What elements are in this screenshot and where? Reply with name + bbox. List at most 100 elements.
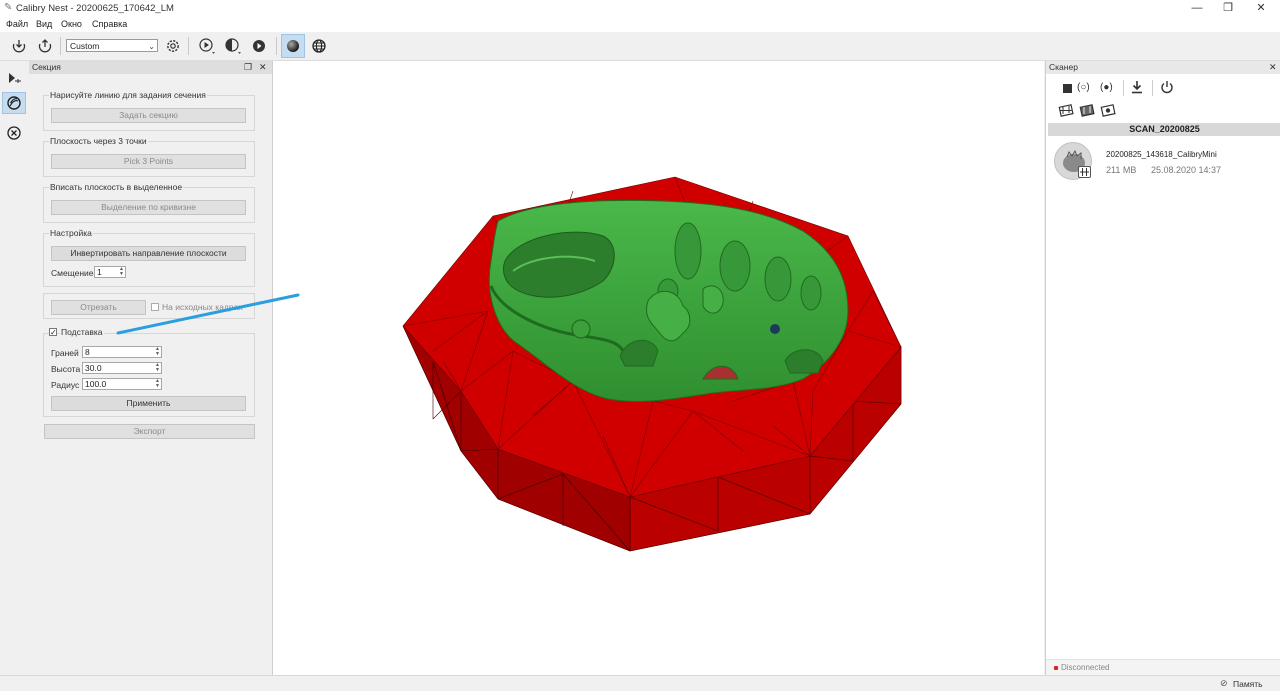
menu-bar: Файл Вид Окно Справка (0, 17, 1280, 32)
memory-icon: ⊘ (1220, 678, 1228, 688)
height-spinbox[interactable]: 30.0 ▲ ▼ (82, 362, 162, 374)
close-panel-icon[interactable]: ✕ (259, 61, 267, 74)
radius-label: Радиус (51, 380, 80, 390)
cursor-axis-icon (9, 73, 21, 83)
remove-tool-button[interactable] (2, 122, 26, 144)
fit-plane-label: Вписать плоскость в выделенное (49, 182, 184, 192)
spin-arrows-icon: ▲ ▼ (155, 378, 160, 389)
connection-status: Disconnected (1061, 663, 1110, 672)
minimize-button[interactable]: — (1182, 0, 1212, 17)
frames-button[interactable] (1058, 103, 1074, 119)
frames-icon (1058, 104, 1074, 117)
wireframe-mode-button[interactable] (308, 36, 330, 56)
offset-spinbox[interactable]: 1 ▲ ▼ (94, 266, 126, 278)
download-icon (1132, 81, 1142, 94)
toolbar-separator (276, 37, 277, 55)
app-logo-icon: ✎ (4, 2, 13, 13)
status-bar: ⊘ Память (0, 675, 1280, 691)
annotation-stroke (116, 293, 300, 335)
export-project-button[interactable] (34, 36, 56, 56)
offset-value: 1 (97, 267, 102, 277)
close-panel-icon[interactable]: ✕ (1269, 61, 1277, 74)
scanner-panel: Сканер ✕ (○) (●) SCAN_20200825 20200825_… (1045, 61, 1280, 676)
preset-value: Custom (70, 41, 100, 51)
toolbar-separator (60, 37, 61, 55)
import-icon (12, 40, 26, 53)
apply-button[interactable]: Применить (51, 396, 246, 411)
menu-help[interactable]: Справка (92, 19, 127, 29)
toolbar-separator (1123, 80, 1124, 96)
scan-group-header[interactable]: SCAN_20200825 (1048, 123, 1280, 136)
settings-button[interactable] (162, 36, 184, 56)
curvature-selection-button[interactable]: Выделение по кривизне (51, 200, 246, 215)
signal-active-button[interactable]: (●) (1100, 82, 1113, 93)
scanner-panel-title: Сканер (1049, 62, 1078, 72)
spin-arrows-icon: ▲ ▼ (155, 362, 160, 373)
scanner-panel-header: Сканер (1046, 61, 1280, 74)
next-frame-button[interactable] (248, 36, 270, 56)
globe-icon (312, 39, 326, 53)
menu-file[interactable]: Файл (6, 19, 28, 29)
settings-label: Настройка (49, 228, 93, 238)
section-panel-header: Секция (29, 61, 272, 74)
gear-icon (167, 40, 179, 52)
scan-size: 211 MB (1106, 165, 1137, 175)
shaded-mode-button[interactable] (281, 34, 305, 58)
stop-icon (1062, 83, 1072, 93)
forward-icon (253, 40, 265, 52)
import-button[interactable] (8, 36, 30, 56)
stand-checkbox[interactable]: ✓ (49, 328, 57, 337)
stop-button[interactable] (1060, 81, 1074, 95)
photo-icon (1100, 104, 1116, 117)
view-mode-button[interactable] (222, 36, 244, 56)
annotation-line (116, 293, 300, 335)
3d-viewport[interactable] (273, 61, 1044, 675)
offset-label: Смещение (51, 268, 94, 278)
menu-view[interactable]: Вид (36, 19, 52, 29)
model-render (402, 176, 902, 552)
float-panel-icon[interactable]: ❐ (244, 61, 252, 74)
pick-3-points-button[interactable]: Pick 3 Points (51, 154, 246, 169)
close-circle-icon (7, 126, 21, 140)
frames-texture-button[interactable] (1079, 103, 1095, 119)
frames-texture-icon (1079, 104, 1095, 117)
power-button[interactable] (1160, 80, 1174, 96)
three-points-label: Плоскость через 3 точки (49, 136, 148, 146)
scan-list-item[interactable]: 20200825_143618_CalibryMini 211 MB 25.08… (1048, 138, 1280, 184)
scanner-status-row: Disconnected (1046, 659, 1280, 676)
stand-label: Подставка (60, 327, 104, 337)
height-value: 30.0 (85, 363, 102, 373)
preset-select[interactable]: Custom ⌄ (66, 39, 158, 52)
left-tool-strip (0, 61, 30, 675)
download-button[interactable] (1130, 80, 1144, 96)
scan-grid-badge-icon (1078, 166, 1091, 178)
invert-plane-button[interactable]: Инвертировать направление плоскости (51, 246, 246, 261)
toolbar-separator (188, 37, 189, 55)
faces-spinbox[interactable]: 8 ▲ ▼ (82, 346, 162, 358)
sphere-icon (287, 40, 299, 52)
height-label: Высота (51, 364, 81, 374)
play-button[interactable] (196, 36, 218, 56)
restore-button[interactable]: ❐ (1213, 0, 1243, 17)
spin-arrows-icon: ▲ ▼ (155, 346, 160, 357)
export-button[interactable]: Экспорт (44, 424, 255, 439)
section-icon (7, 96, 21, 110)
memory-label: Память (1233, 679, 1263, 689)
section-panel-title: Секция (32, 62, 61, 72)
chevron-down-icon: ⌄ (148, 42, 155, 51)
photo-button[interactable] (1100, 103, 1116, 119)
menu-window[interactable]: Окно (61, 19, 82, 29)
close-window-button[interactable]: ✕ (1246, 0, 1276, 17)
signal-button[interactable]: (○) (1077, 82, 1090, 93)
export-icon (38, 39, 52, 53)
faces-label: Граней (51, 348, 79, 358)
faces-value: 8 (85, 347, 90, 357)
toolbar: Custom ⌄ (0, 32, 1280, 61)
section-tool-button[interactable] (2, 92, 26, 114)
align-tool-button[interactable] (2, 67, 26, 89)
set-section-button[interactable]: Задать секцию (51, 108, 246, 123)
connection-status-icon (1054, 666, 1058, 670)
half-sphere-icon (225, 38, 241, 54)
radius-spinbox[interactable]: 100.0 ▲ ▼ (82, 378, 162, 390)
scan-date: 25.08.2020 14:37 (1151, 165, 1222, 175)
